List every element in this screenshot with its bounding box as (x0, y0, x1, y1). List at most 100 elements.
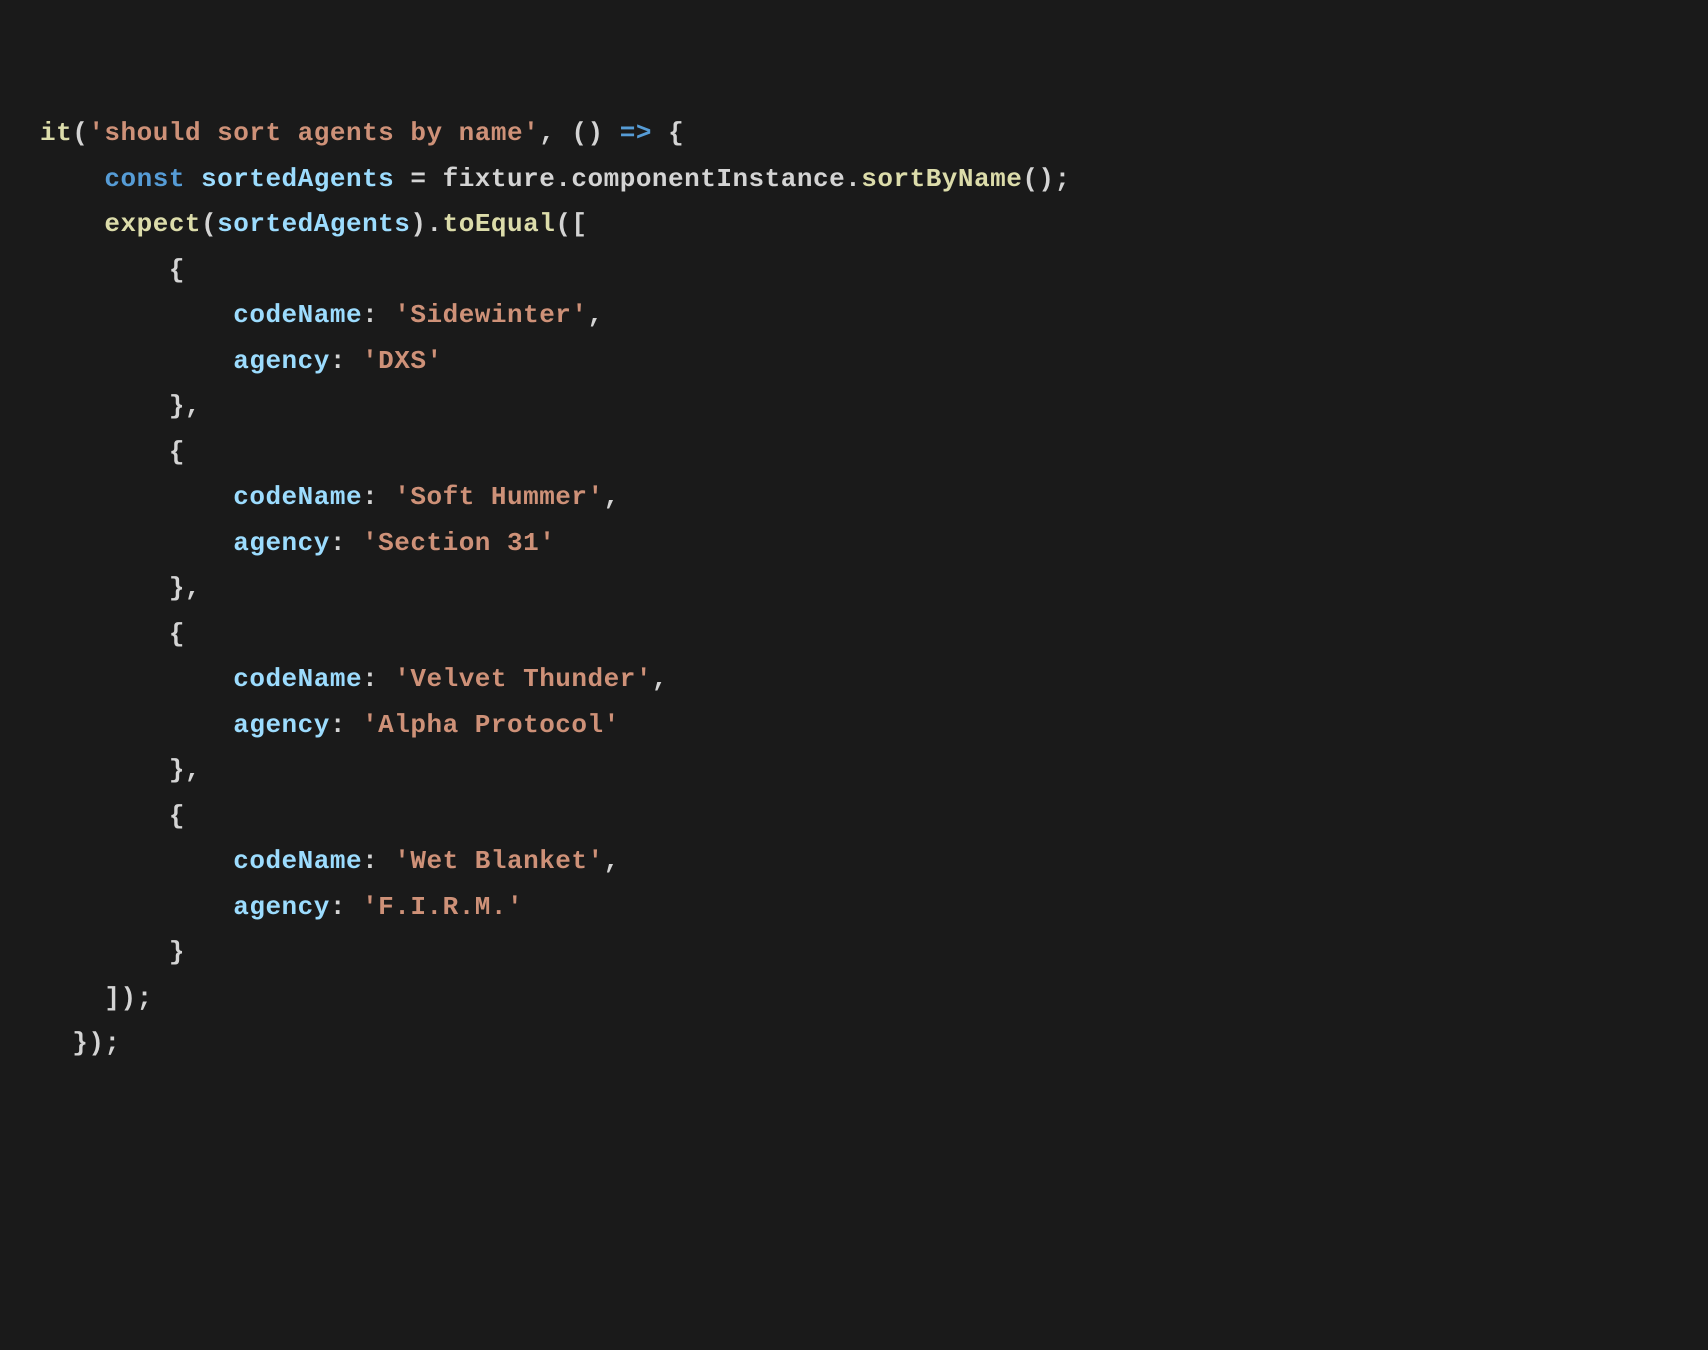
property: codeName (233, 300, 362, 330)
code-line: { (40, 255, 185, 285)
property: agency (233, 346, 330, 376)
indent (40, 1028, 72, 1058)
property: codeName (233, 664, 362, 694)
object: fixture (443, 164, 556, 194)
punct: . (427, 209, 443, 239)
punct: : (330, 528, 362, 558)
code-block: it('should sort agents by name', () => {… (40, 111, 1668, 1067)
punct: }, (169, 755, 201, 785)
punct: } (169, 937, 185, 967)
property: agency (233, 892, 330, 922)
code-line: agency: 'Section 31' (40, 528, 555, 558)
indent (40, 528, 233, 558)
indent (40, 346, 233, 376)
code-line: codeName: 'Soft Hummer', (40, 482, 620, 512)
code-line: }, (40, 391, 201, 421)
punct: : (362, 300, 394, 330)
indent (40, 937, 169, 967)
string-literal: 'Sidewinter' (394, 300, 587, 330)
code-line: it('should sort agents by name', () => { (40, 118, 684, 148)
indent (40, 300, 233, 330)
punct: ([ (555, 209, 587, 239)
punct: , (604, 482, 620, 512)
punct: : (362, 846, 394, 876)
indent (40, 164, 104, 194)
punct: ; (1055, 164, 1071, 194)
object: componentInstance (571, 164, 845, 194)
fn-call: sortByName (861, 164, 1022, 194)
punct: { (169, 619, 185, 649)
indent (40, 983, 104, 1013)
fn-call: toEqual (443, 209, 556, 239)
property: codeName (233, 846, 362, 876)
code-line: codeName: 'Sidewinter', (40, 300, 604, 330)
punct: : (362, 664, 394, 694)
indent (40, 255, 169, 285)
code-line: }); (40, 1028, 121, 1058)
variable: sortedAgents (217, 209, 410, 239)
property: agency (233, 528, 330, 558)
punct: , (652, 664, 668, 694)
string-literal: 'F.I.R.M.' (362, 892, 523, 922)
code-line: const sortedAgents = fixture.componentIn… (40, 164, 1071, 194)
indent (40, 209, 104, 239)
punct: ( (201, 209, 217, 239)
code-line: codeName: 'Wet Blanket', (40, 846, 620, 876)
code-line: agency: 'Alpha Protocol' (40, 710, 620, 740)
fn-call: expect (104, 209, 201, 239)
string-literal: 'DXS' (362, 346, 443, 376)
string-literal: 'Section 31' (362, 528, 555, 558)
punct: ) (410, 209, 426, 239)
string-literal: 'should sort agents by name' (88, 118, 539, 148)
code-line: expect(sortedAgents).toEqual([ (40, 209, 588, 239)
indent (40, 892, 233, 922)
property: agency (233, 710, 330, 740)
punct: , (588, 300, 604, 330)
punct: . (555, 164, 571, 194)
variable: sortedAgents (201, 164, 394, 194)
punct: { (169, 437, 185, 467)
punct: { (169, 255, 185, 285)
punct: : (330, 892, 362, 922)
punct: }, (169, 573, 201, 603)
property: codeName (233, 482, 362, 512)
indent (40, 664, 233, 694)
indent (40, 801, 169, 831)
code-line: agency: 'F.I.R.M.' (40, 892, 523, 922)
punct: : (330, 346, 362, 376)
punct: = (394, 164, 442, 194)
indent (40, 846, 233, 876)
punct: ]); (104, 983, 152, 1013)
code-line: agency: 'DXS' (40, 346, 443, 376)
punct: { (668, 118, 684, 148)
sp (185, 164, 201, 194)
indent (40, 619, 169, 649)
code-line: }, (40, 573, 201, 603)
punct: , (539, 118, 571, 148)
string-literal: 'Wet Blanket' (394, 846, 603, 876)
punct: : (330, 710, 362, 740)
punct: }); (72, 1028, 120, 1058)
arrow: => (604, 118, 668, 148)
punct: , (604, 846, 620, 876)
code-line: { (40, 437, 185, 467)
code-line: { (40, 801, 185, 831)
code-line: { (40, 619, 185, 649)
punct: }, (169, 391, 201, 421)
keyword: const (104, 164, 185, 194)
string-literal: 'Alpha Protocol' (362, 710, 620, 740)
punct: () (1022, 164, 1054, 194)
indent (40, 710, 233, 740)
indent (40, 755, 169, 785)
code-line: }, (40, 755, 201, 785)
punct: . (845, 164, 861, 194)
punct: : (362, 482, 394, 512)
code-line: } (40, 937, 185, 967)
code-line: ]); (40, 983, 153, 1013)
indent (40, 437, 169, 467)
indent (40, 391, 169, 421)
fn-call: it (40, 118, 72, 148)
punct: () (571, 118, 603, 148)
string-literal: 'Soft Hummer' (394, 482, 603, 512)
indent (40, 482, 233, 512)
